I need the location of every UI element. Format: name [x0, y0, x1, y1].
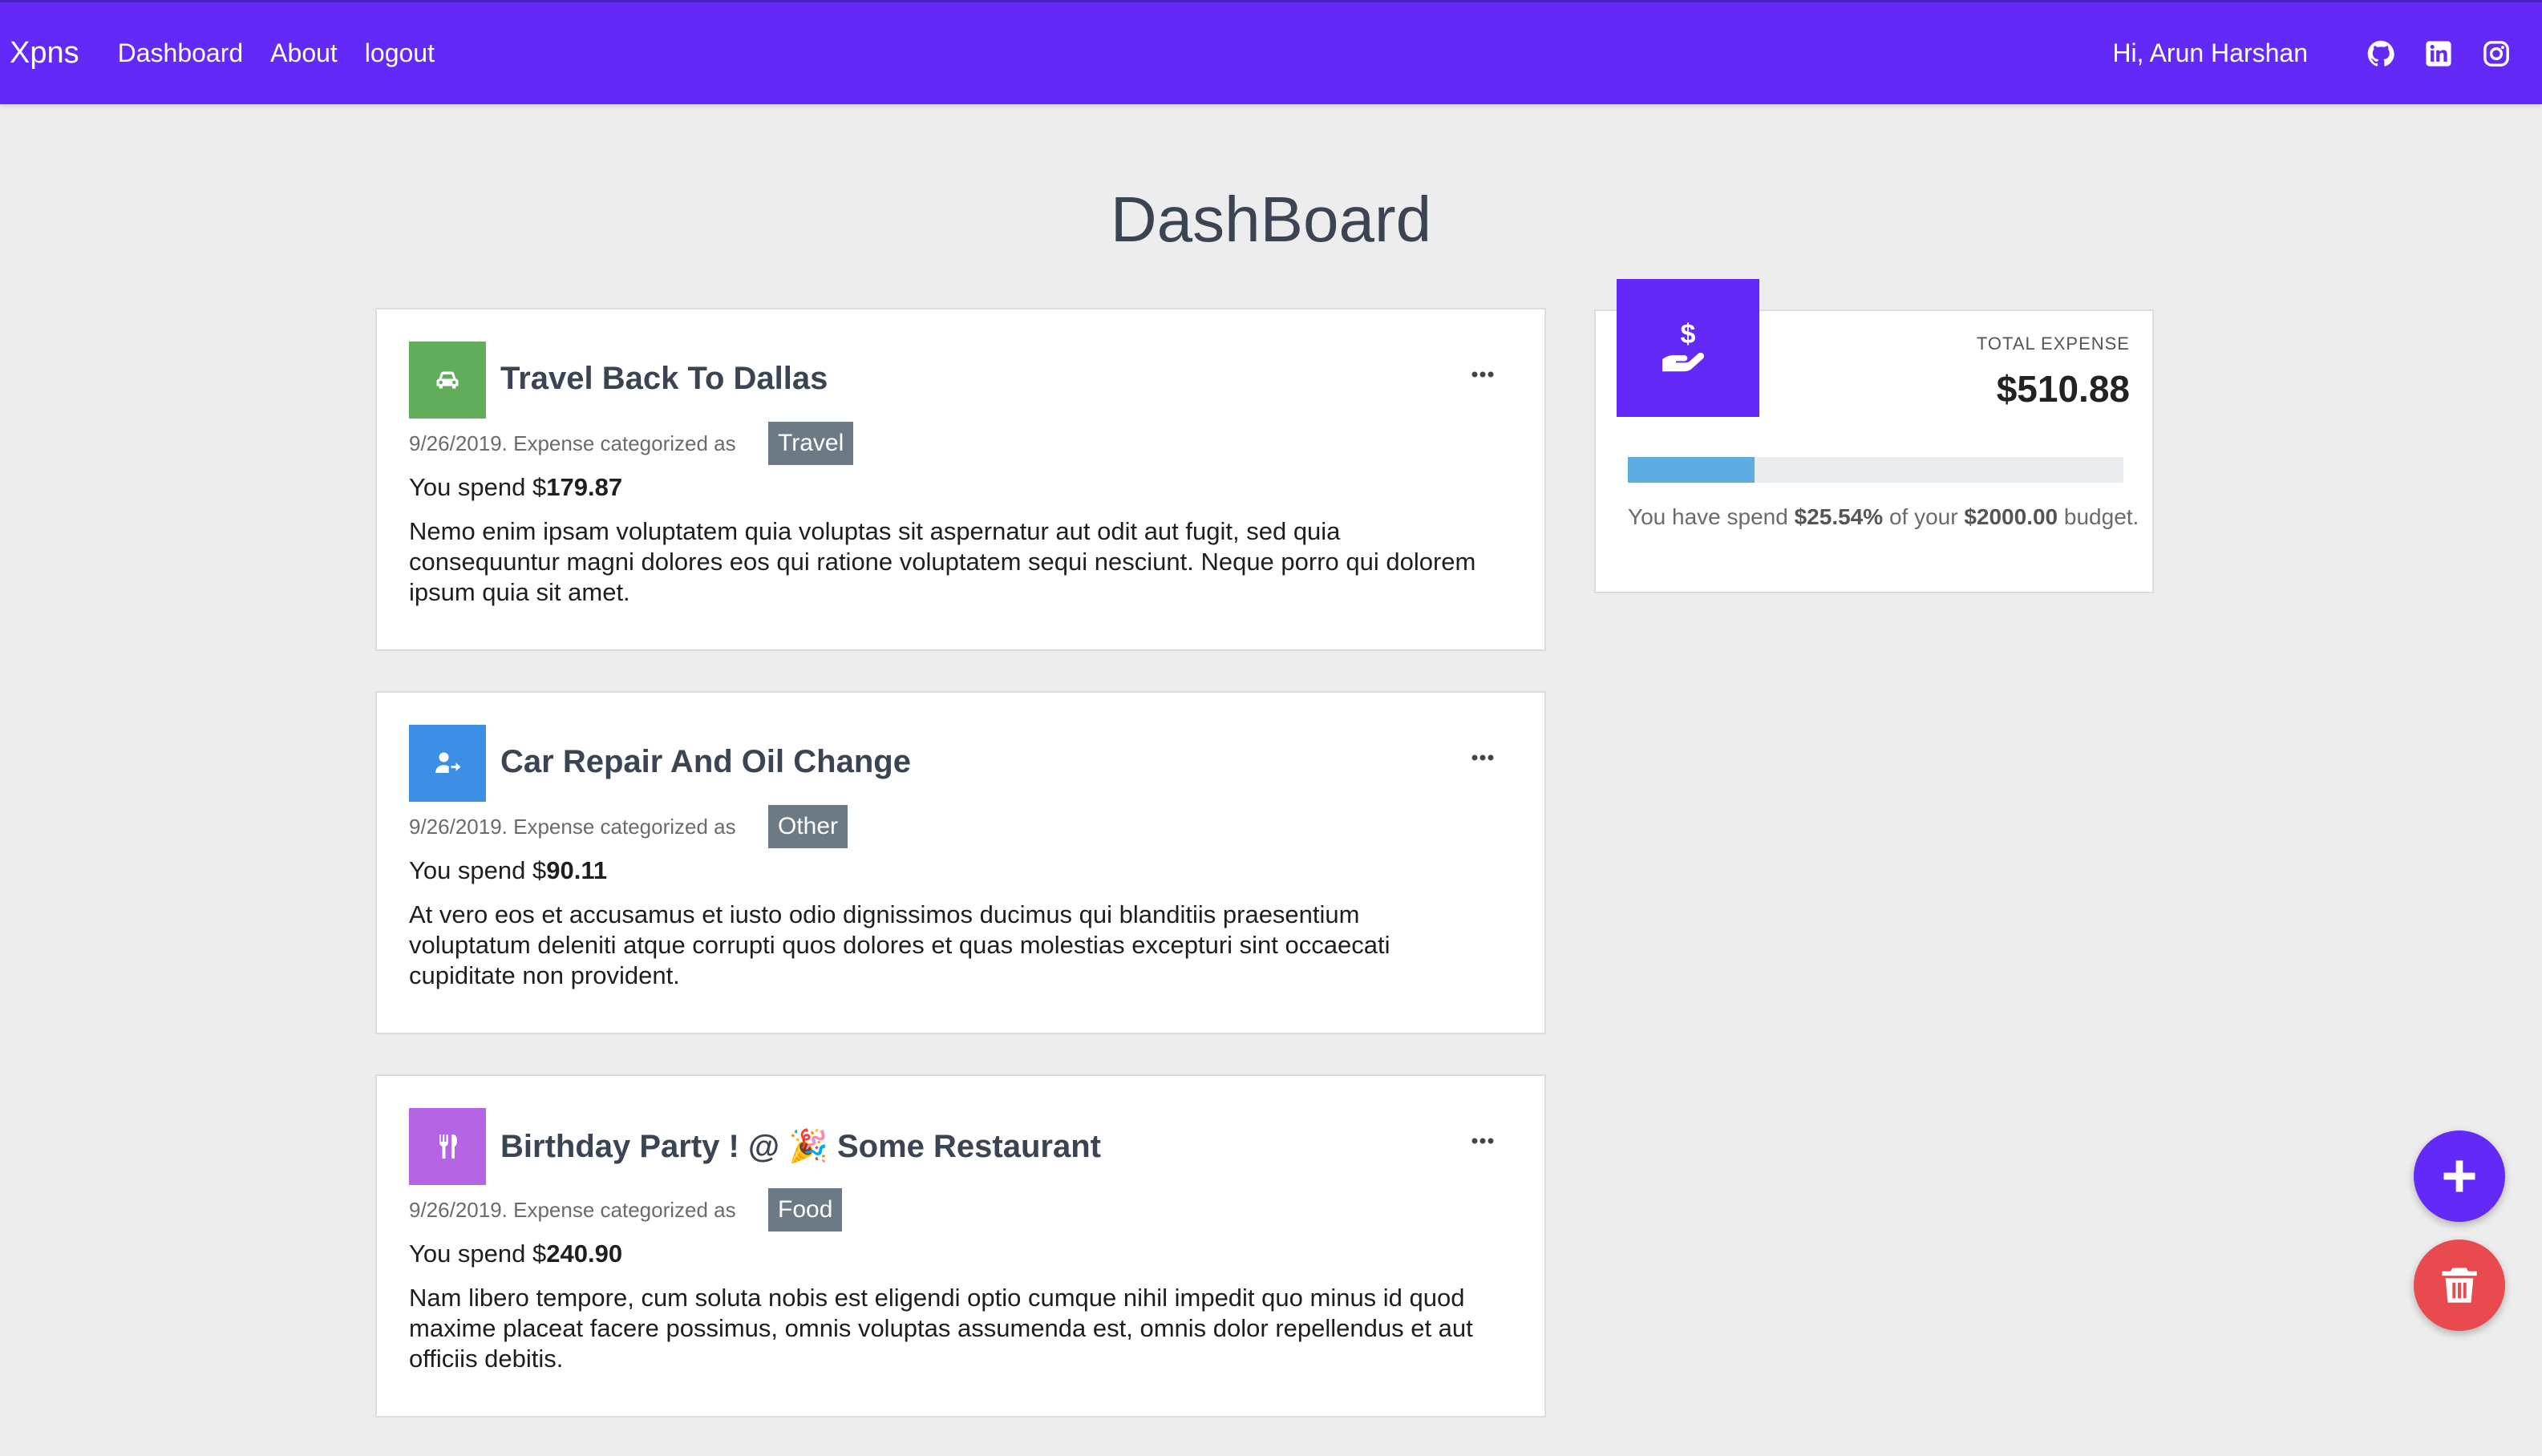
spend-prefix: You spend $: [409, 856, 547, 884]
expense-card: Birthday Party ! @ 🎉 Some Restaurant 9/2…: [375, 1074, 1546, 1418]
category-tag: Other: [768, 805, 848, 848]
car-icon: [409, 342, 486, 419]
user-greeting: Hi, Arun Harshan: [2112, 38, 2308, 67]
expense-title: Car Repair And Oil Change: [500, 744, 911, 779]
expense-description: Nemo enim ipsam voluptatem quia voluptas…: [409, 517, 1476, 606]
expense-card: Travel Back To Dallas 9/26/2019. Expense…: [375, 308, 1546, 651]
total-expense-value: $510.88: [1996, 368, 2130, 410]
budget-progress-fill: [1628, 457, 1755, 483]
budget-mid: of your: [1888, 504, 1958, 529]
navbar: Xpns Dashboard About logout Hi, Arun Har…: [0, 0, 2542, 104]
more-options-icon[interactable]: [1471, 754, 1495, 762]
expense-meta: 9/26/2019. Expense categorized as: [409, 815, 736, 839]
expense-spend: You spend $240.90: [409, 1240, 622, 1268]
nav-link-logout[interactable]: logout: [365, 38, 435, 68]
expense-amount: 240.90: [546, 1240, 623, 1268]
budget-percent: $25.54%: [1794, 504, 1884, 529]
category-tag: Food: [768, 1188, 843, 1232]
expense-meta: 9/26/2019. Expense categorized as: [409, 431, 736, 455]
plus-icon: [2443, 1160, 2475, 1192]
expense-amount: 179.87: [546, 473, 623, 501]
hand-dollar-icon: $: [1617, 279, 1759, 417]
expense-card: Car Repair And Oil Change 9/26/2019. Exp…: [375, 691, 1546, 1034]
github-icon[interactable]: [2367, 40, 2394, 67]
expense-amount: 90.11: [546, 856, 608, 884]
instagram-icon[interactable]: [2483, 40, 2510, 67]
nav-right: Hi, Arun Harshan: [2112, 38, 2510, 68]
add-expense-button[interactable]: [2414, 1130, 2505, 1222]
expense-description: At vero eos et accusamus et iusto odio d…: [409, 900, 1390, 989]
page-title: DashBoard: [1110, 184, 1432, 255]
more-options-icon[interactable]: [1471, 1137, 1495, 1145]
spend-prefix: You spend $: [409, 1240, 547, 1268]
budget-amount: $2000.00: [1964, 504, 2058, 529]
expense-spend: You spend $179.87: [409, 473, 622, 502]
svg-text:$: $: [1681, 319, 1696, 350]
budget-suffix: budget.: [2063, 504, 2139, 529]
budget-progress-bar: [1628, 457, 2123, 483]
linkedin-icon[interactable]: [2425, 40, 2452, 67]
budget-text: You have spend $25.54% of your $2000.00 …: [1628, 500, 2141, 534]
total-expense-label: TOTAL EXPENSE: [1976, 334, 2130, 354]
expense-title: Travel Back To Dallas: [500, 361, 828, 396]
spend-prefix: You spend $: [409, 473, 547, 501]
nav-link-dashboard[interactable]: Dashboard: [118, 38, 244, 68]
expense-spend: You spend $90.11: [409, 856, 607, 885]
delete-button[interactable]: [2414, 1240, 2505, 1331]
expense-meta: 9/26/2019. Expense categorized as: [409, 1198, 736, 1222]
expense-description: Nam libero tempore, cum soluta nobis est…: [409, 1284, 1473, 1373]
expense-title: Birthday Party ! @ 🎉 Some Restaurant: [500, 1129, 1101, 1164]
trash-icon: [2442, 1268, 2477, 1303]
nav-link-about[interactable]: About: [270, 38, 338, 68]
utensils-icon: [409, 1108, 486, 1185]
budget-prefix: You have spend: [1628, 504, 1788, 529]
more-options-icon[interactable]: [1471, 370, 1495, 378]
user-arrow-icon: [409, 725, 486, 802]
brand-logo[interactable]: Xpns: [10, 36, 79, 71]
category-tag: Travel: [768, 422, 854, 465]
